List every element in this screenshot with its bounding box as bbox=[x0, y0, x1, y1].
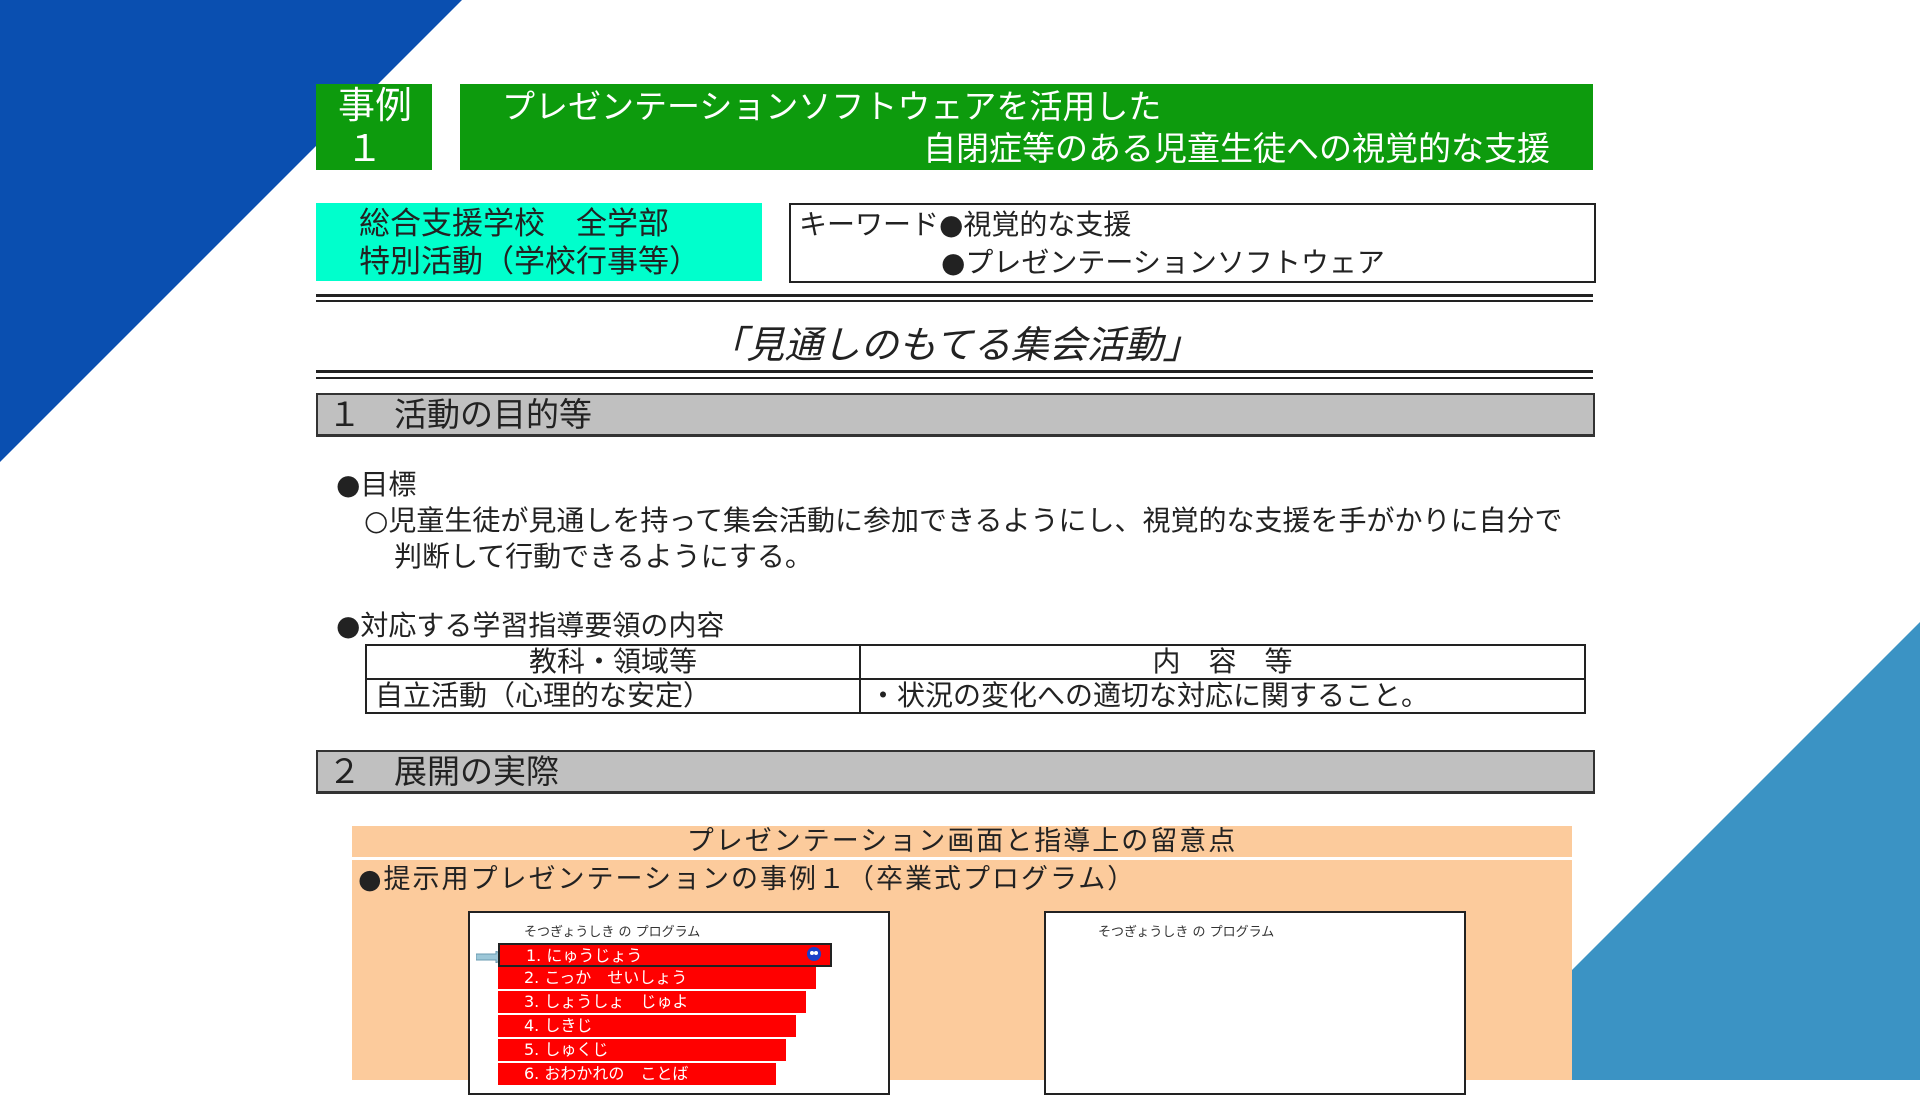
section1-heading: １ 活動の目的等 bbox=[316, 393, 1595, 437]
keyword-line2: ●プレゼンテーションソフトウェア bbox=[941, 246, 1385, 279]
case-label: 事例 bbox=[338, 84, 412, 127]
school-line1: 総合支援学校 全学部 bbox=[359, 206, 669, 242]
slide-preview-2: そつぎょうしき の プログラム bbox=[1044, 911, 1466, 1095]
slide-preview-1: そつぎょうしき の プログラム 1. にゅうじょう 2. こっか せいしょう 3… bbox=[468, 911, 890, 1095]
goal-heading: ●目標 bbox=[336, 468, 417, 501]
case-title-line1: プレゼンテーションソフトウェアを活用した bbox=[502, 87, 1162, 126]
owl-mascot-icon bbox=[807, 947, 821, 961]
school-line2: 特別活動（学校行事等） bbox=[359, 244, 700, 280]
table-header-subject: 教科・領域等 bbox=[365, 644, 861, 680]
table-cell-content: ・状況の変化への適切な対応に関すること。 bbox=[859, 678, 1586, 714]
school-info-box: 総合支援学校 全学部 特別活動（学校行事等） bbox=[316, 203, 762, 281]
presentation-panel-heading: プレゼンテーション画面と指導上の留意点 bbox=[352, 826, 1572, 860]
table-cell-subject: 自立活動（心理的な安定） bbox=[365, 678, 861, 714]
slide2-title: そつぎょうしき の プログラム bbox=[1098, 925, 1275, 940]
title-rule-bottom-1 bbox=[316, 370, 1593, 373]
section1-title: １ 活動の目的等 bbox=[328, 395, 592, 434]
slide1-title: そつぎょうしき の プログラム bbox=[524, 925, 701, 940]
title-rule-bottom-2 bbox=[316, 377, 1593, 379]
program-item: 3. しょうしょ じゅよ bbox=[498, 991, 806, 1013]
table-header-content: 内 容 等 bbox=[859, 644, 1586, 680]
goal-text-line2: 判断して行動できるようにする。 bbox=[394, 540, 813, 573]
goal-text-line1: ○児童生徒が見通しを持って集会活動に参加できるようにし、視覚的な支援を手がかりに… bbox=[364, 504, 1563, 537]
title-rule-top-2 bbox=[316, 300, 1593, 302]
example-heading: ●提示用プレゼンテーションの事例１（卒業式プログラム） bbox=[358, 864, 1137, 895]
program-item: 1. にゅうじょう bbox=[498, 943, 832, 967]
case-title-line2: 自閉症等のある児童生徒への視覚的な支援 bbox=[923, 129, 1550, 168]
guideline-heading: ●対応する学習指導要領の内容 bbox=[336, 609, 725, 642]
program-item: 5. しゅくじ bbox=[498, 1039, 786, 1061]
case-number: １６ bbox=[346, 127, 391, 213]
title-rule-top-1 bbox=[316, 294, 1593, 297]
table-row: 自立活動（心理的な安定） ・状況の変化への適切な対応に関すること。 bbox=[365, 678, 1586, 714]
section2-heading: ２ 展開の実際 bbox=[316, 750, 1595, 794]
case-number-box: 事例 １６ bbox=[316, 84, 432, 213]
document-title: 「見通しのもてる集会活動」 bbox=[708, 323, 1201, 367]
keyword-line1: キーワード●視覚的な支援 bbox=[799, 208, 1132, 241]
program-item: 2. こっか せいしょう bbox=[498, 967, 816, 989]
case-title-box: プレゼンテーションソフトウェアを活用した 自閉症等のある児童生徒への視覚的な支援 bbox=[460, 84, 1593, 170]
table-header-row: 教科・領域等 内 容 等 bbox=[365, 644, 1586, 680]
program-item: 4. しきじ bbox=[498, 1015, 796, 1037]
section2-title: ２ 展開の実際 bbox=[328, 752, 559, 791]
guideline-table: 教科・領域等 内 容 等 自立活動（心理的な安定） ・状況の変化への適切な対応に… bbox=[365, 644, 1586, 714]
keyword-box: キーワード●視覚的な支援 ●プレゼンテーションソフトウェア bbox=[789, 203, 1596, 283]
program-item: 6. おわかれの ことば bbox=[498, 1063, 776, 1085]
